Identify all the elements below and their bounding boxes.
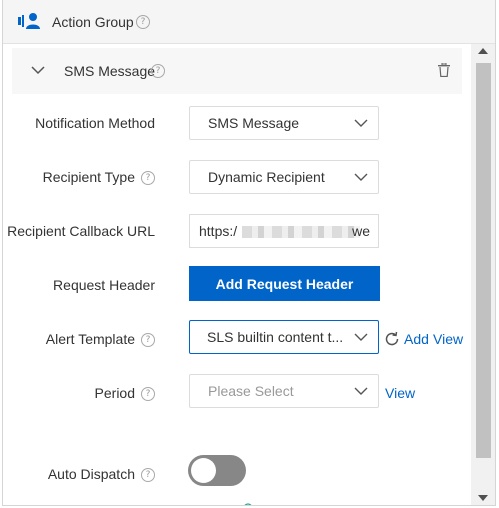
scrollbar-thumb[interactable] [476,63,491,458]
add-template-link[interactable]: Add [404,331,429,347]
notification-method-select[interactable]: SMS Message [189,106,379,140]
auto-dispatch-toggle[interactable] [188,455,246,486]
alert-template-label-text: Alert Template [45,331,135,347]
callback-url-input[interactable]: https:/ we [189,214,379,248]
alert-template-value: SLS builtin content t... [207,329,344,345]
help-icon[interactable]: ? [141,333,155,348]
help-icon[interactable]: ? [141,171,155,186]
alert-template-select[interactable]: SLS builtin content t... [189,320,379,354]
period-label-text: Period [94,385,135,401]
sms-section-header[interactable]: SMS Message ? [12,48,462,94]
notification-method-value: SMS Message [208,115,300,131]
auto-dispatch-label-text: Auto Dispatch [47,466,135,482]
refresh-icon[interactable] [384,331,400,347]
trash-icon[interactable] [438,63,450,77]
recipient-type-select[interactable]: Dynamic Recipient [189,160,379,194]
chevron-down-icon [354,333,368,341]
alert-template-label: Alert Template? [45,331,155,348]
user-group-icon [18,13,40,29]
callback-url-label: Recipient Callback URL [7,223,155,239]
panel-header: Action Group ? [3,0,495,44]
recipient-type-value: Dynamic Recipient [208,169,325,185]
help-icon[interactable]: ? [141,387,155,402]
toggle-knob [191,458,216,483]
section-title: SMS Message [64,63,156,79]
panel-title: Action Group [52,14,134,30]
view-period-link[interactable]: View [385,385,415,401]
chevron-down-icon [354,387,368,395]
help-icon[interactable]: ? [151,64,165,78]
period-placeholder: Please Select [208,383,294,399]
callback-url-value-end: we [352,223,370,239]
help-icon[interactable]: ? [136,15,150,29]
add-request-header-button[interactable]: Add Request Header [189,266,380,301]
recipient-type-label: Recipient Type? [42,169,155,186]
chevron-down-icon [354,173,368,181]
notification-method-label: Notification Method [35,115,155,131]
recipient-type-label-text: Recipient Type [42,169,135,185]
vertical-scrollbar[interactable] [471,44,495,505]
form-scroll-area: SMS Message ? Notification Method SMS Me… [3,44,471,505]
period-select[interactable]: Please Select [189,374,379,408]
redacted-url-segment [242,226,360,238]
period-label: Period? [94,385,155,402]
scroll-up-arrow-icon[interactable] [478,48,488,54]
chevron-down-icon [354,119,368,127]
help-icon[interactable]: ? [141,468,155,483]
resize-handle-icon [244,503,252,505]
callback-url-value-start: https:/ [199,223,238,239]
scroll-down-arrow-icon[interactable] [478,495,488,501]
view-template-link[interactable]: View [433,331,463,347]
action-group-panel: Action Group ? SMS Message ? Notificatio… [2,0,496,506]
chevron-down-icon[interactable] [31,65,45,75]
auto-dispatch-label: Auto Dispatch? [47,466,155,483]
request-header-label: Request Header [53,277,155,293]
